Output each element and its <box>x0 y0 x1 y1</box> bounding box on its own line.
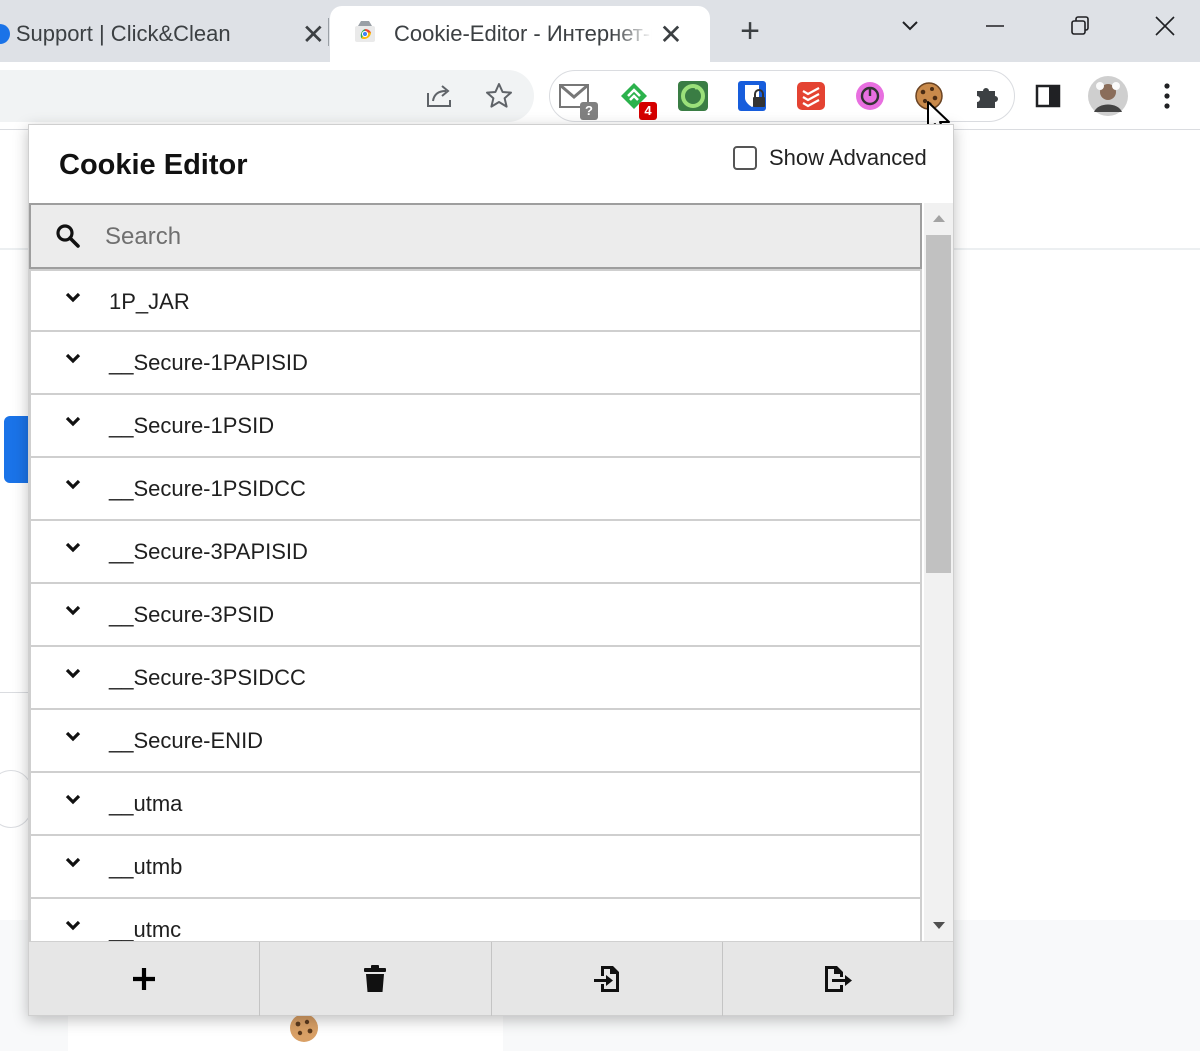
cookie-row[interactable]: __Secure-1PAPISID <box>29 332 922 395</box>
cookie-row[interactable]: __utma <box>29 773 922 836</box>
cookie-list: 1P_JAR __Secure-1PAPISID __Secure-1PSID … <box>29 269 922 941</box>
tab-favicon <box>0 24 10 44</box>
plus-icon <box>133 968 156 990</box>
cookie-name: __Secure-3PSID <box>109 602 275 627</box>
mail-checker-icon[interactable]: ? <box>558 79 598 120</box>
tab-support-click-and-clean[interactable]: Support | Click&Clean ✕ <box>0 6 328 62</box>
power-icon[interactable] <box>853 79 887 113</box>
restore-button[interactable] <box>1055 10 1105 46</box>
close-icon <box>1155 16 1175 36</box>
tab-title: Support | Click&Clean <box>15 21 231 46</box>
popup-title: Cookie Editor <box>59 149 248 181</box>
share-icon[interactable] <box>422 79 456 113</box>
tab-title: Cookie-Editor - Интернет-магазин Chrome <box>394 21 652 46</box>
cookie-name: __Secure-3PAPISID <box>109 539 308 564</box>
show-advanced-label: Show Advanced <box>769 145 927 170</box>
show-advanced-checkbox[interactable] <box>733 146 757 170</box>
todoist-icon[interactable] <box>794 79 828 113</box>
extensions-puzzle-icon[interactable] <box>971 79 1005 113</box>
cookie-row[interactable]: __Secure-ENID <box>29 710 922 773</box>
bitwarden-icon[interactable] <box>735 79 769 113</box>
scrollbar[interactable] <box>924 203 953 941</box>
popup-footer <box>29 941 953 1016</box>
extension-badge: 4 <box>639 102 657 120</box>
chevron-down-icon[interactable] <box>65 730 81 748</box>
cookie-row[interactable]: __Secure-1PSIDCC <box>29 458 922 521</box>
delete-all-button[interactable] <box>260 942 492 1016</box>
restore-icon <box>1071 16 1089 35</box>
search-input[interactable] <box>105 219 885 255</box>
chevron-down-icon[interactable] <box>65 352 81 370</box>
tab-search-button[interactable] <box>885 10 935 46</box>
cookie-name: __Secure-1PAPISID <box>109 350 308 375</box>
cookie-row[interactable]: __utmc <box>29 899 922 941</box>
tab-strip: Support | Click&Clean ✕ Cookie-Editor - … <box>0 0 1200 62</box>
chevron-down-icon <box>902 21 918 31</box>
cookie-name: __Secure-ENID <box>109 728 264 753</box>
cookie-name: 1P_JAR <box>109 289 190 314</box>
cookie-row[interactable]: __Secure-3PSID <box>29 584 922 647</box>
search-bar <box>29 203 922 269</box>
window-close-button[interactable] <box>1140 10 1190 46</box>
import-icon <box>593 966 619 992</box>
chevron-down-icon[interactable] <box>65 478 81 496</box>
chevron-down-icon[interactable] <box>65 919 81 937</box>
tab-cookie-editor[interactable]: Cookie-Editor - Интернет-магазин Chrome … <box>330 6 710 62</box>
search-icon <box>55 223 81 254</box>
cookie-row[interactable]: __Secure-3PAPISID <box>29 521 922 584</box>
cookie-editor-popup: Cookie Editor Show Advanced 1P_JAR __Sec… <box>28 124 954 1016</box>
bookmark-star-icon[interactable] <box>482 79 516 113</box>
close-icon[interactable]: ✕ <box>299 18 328 51</box>
export-icon <box>824 966 852 992</box>
new-tab-button[interactable]: + <box>730 14 770 50</box>
cookie-row[interactable]: __Secure-3PSIDCC <box>29 647 922 710</box>
cookie-name: __utmb <box>109 854 183 879</box>
trash-icon <box>364 965 387 992</box>
cookie-row[interactable]: __utmb <box>29 836 922 899</box>
close-icon[interactable]: ✕ <box>656 18 686 51</box>
scrollbar-thumb[interactable] <box>926 235 951 573</box>
extension-badge: ? <box>580 102 598 120</box>
import-button[interactable] <box>492 942 723 1016</box>
chevron-down-icon[interactable] <box>65 541 81 559</box>
feedly-icon[interactable]: 4 <box>617 79 657 120</box>
address-bar[interactable] <box>0 70 534 122</box>
profile-avatar-icon[interactable] <box>1088 76 1128 116</box>
side-panel-icon[interactable] <box>1031 79 1065 113</box>
scroll-down-arrow-icon[interactable] <box>924 911 953 941</box>
cookie-name: __utmc <box>109 917 182 941</box>
chevron-down-icon[interactable] <box>65 415 81 433</box>
cookie-name: __Secure-1PSIDCC <box>109 476 306 501</box>
scroll-up-arrow-icon[interactable] <box>924 203 953 233</box>
chrome-web-store-icon <box>352 18 378 50</box>
chevron-down-icon[interactable] <box>65 291 81 309</box>
chevron-down-icon[interactable] <box>65 667 81 685</box>
minimize-icon <box>986 25 1004 27</box>
cookie-name: __Secure-3PSIDCC <box>109 665 306 690</box>
chevron-down-icon[interactable] <box>65 793 81 811</box>
page-blue-button[interactable] <box>4 416 30 483</box>
minimize-button[interactable] <box>970 10 1020 46</box>
tab-separator <box>328 18 329 46</box>
export-button[interactable] <box>723 942 953 1016</box>
click-and-clean-icon[interactable] <box>676 79 710 113</box>
browser-menu-icon[interactable] <box>1150 79 1184 113</box>
cookie-row[interactable]: __Secure-1PSID <box>29 395 922 458</box>
cookie-name: __utma <box>109 791 183 816</box>
chevron-down-icon[interactable] <box>65 604 81 622</box>
add-cookie-button[interactable] <box>29 942 261 1016</box>
show-advanced-toggle[interactable]: Show Advanced <box>733 145 927 171</box>
popup-header: Cookie Editor Show Advanced <box>29 125 953 203</box>
browser-toolbar: ? 4 <box>0 62 1200 183</box>
cookie-list-area: 1P_JAR __Secure-1PAPISID __Secure-1PSID … <box>29 203 953 941</box>
cookie-name: __Secure-1PSID <box>109 413 275 438</box>
page-divider-line <box>0 692 30 693</box>
chevron-down-icon[interactable] <box>65 856 81 874</box>
cookie-row[interactable]: 1P_JAR <box>29 269 922 332</box>
